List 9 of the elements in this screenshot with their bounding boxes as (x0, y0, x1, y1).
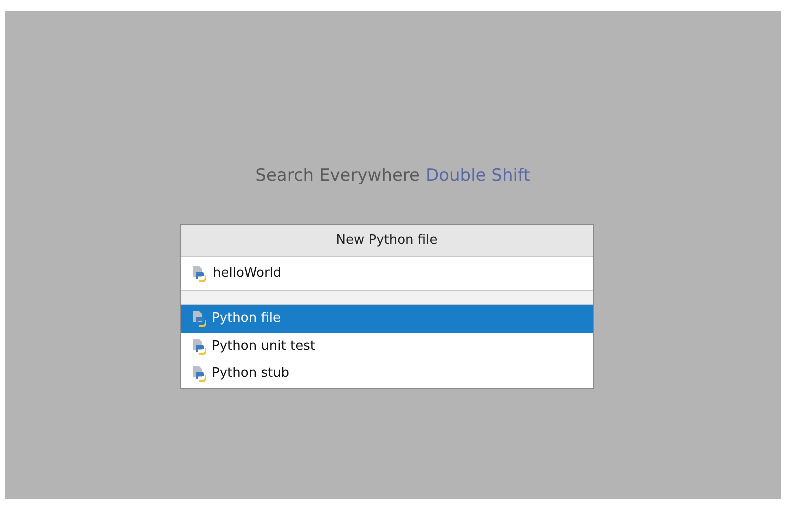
template-item[interactable]: Python file (181, 305, 593, 332)
python-file-icon (191, 365, 207, 382)
hint-label: Search Everywhere (256, 166, 420, 186)
shortcut-text: Double Shift (426, 166, 530, 186)
python-file-icon (191, 338, 207, 355)
python-file-icon (191, 265, 207, 282)
dialog-title: New Python file (181, 225, 593, 257)
name-input[interactable]: helloWorld (213, 266, 573, 281)
python-file-icon (191, 310, 207, 328)
